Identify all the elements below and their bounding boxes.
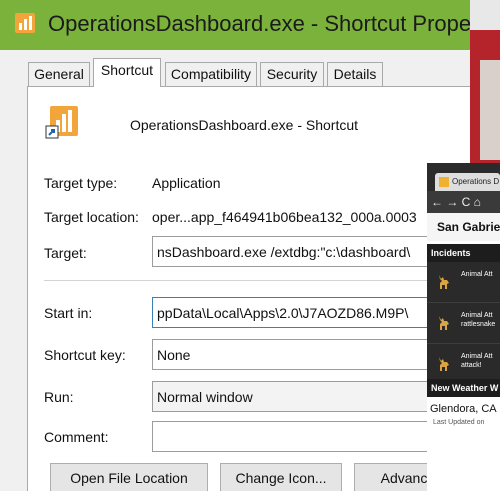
dashboard-tab-icon: [439, 176, 449, 187]
tab-general[interactable]: General: [28, 62, 90, 86]
incident-title: Animal Att: [461, 353, 493, 360]
divider: [44, 280, 464, 281]
run-select-value: Normal window: [157, 389, 253, 405]
comment-field[interactable]: [152, 421, 470, 452]
run-label: Run:: [44, 389, 74, 405]
shortcut-app-icon: [45, 106, 78, 139]
open-file-location-button[interactable]: Open File Location: [50, 463, 208, 491]
background-corner: [470, 0, 500, 30]
incident-title: Animal Att: [461, 312, 493, 319]
incident-item[interactable]: Animal Att rattlesnake: [427, 303, 500, 344]
run-select[interactable]: Normal window: [152, 381, 470, 412]
shortcut-key-field[interactable]: None: [152, 339, 470, 370]
shortcut-key-label: Shortcut key:: [44, 347, 126, 363]
change-icon-button[interactable]: Change Icon...: [220, 463, 342, 491]
incident-item[interactable]: Animal Att: [427, 262, 500, 303]
weather-header: New Weather W: [427, 379, 500, 397]
target-field[interactable]: nsDashboard.exe /extdbg:"c:\dashboard\: [152, 236, 470, 267]
weather-panel: Glendora, CA Last Updated on: [427, 397, 500, 491]
incident-detail: attack!: [461, 362, 482, 369]
tab-security[interactable]: Security: [260, 62, 324, 86]
incident-title: Animal Att: [461, 271, 493, 278]
target-type-label: Target type:: [44, 175, 118, 191]
app-title-icon: [15, 13, 35, 33]
tab-compatibility[interactable]: Compatibility: [165, 62, 257, 86]
nav-buttons[interactable]: ← → C ⌂: [427, 195, 481, 209]
weather-city: Glendora, CA: [430, 403, 497, 415]
deer-icon: [439, 357, 449, 371]
start-in-label: Start in:: [44, 305, 93, 321]
shortcut-name: OperationsDashboard.exe - Shortcut: [130, 117, 359, 133]
incident-detail: rattlesnake: [461, 321, 496, 328]
comment-label: Comment:: [44, 429, 109, 445]
target-location-label: Target location:: [44, 209, 139, 225]
properties-dialog: OperationsDashboard.exe - Shortcut Prope…: [0, 0, 470, 491]
browser-tab[interactable]: Operations D: [435, 173, 500, 191]
weather-updated: Last Updated on: [433, 419, 485, 426]
operations-dashboard-window: Operations D ← → C ⌂ San Gabriel Inciden…: [427, 163, 500, 491]
window-title: OperationsDashboard.exe - Shortcut Prope…: [48, 11, 470, 36]
target-location-value: oper...app_f464941b06bea132_000a.0003: [152, 209, 417, 225]
city-header: San Gabriel: [427, 213, 500, 241]
title-bar: OperationsDashboard.exe - Shortcut Prope…: [0, 0, 470, 50]
browser-titlebar: Operations D: [427, 163, 500, 191]
incidents-header: Incidents: [427, 244, 500, 262]
tab-details[interactable]: Details: [327, 62, 383, 86]
browser-tab-title: Operations D: [452, 177, 500, 186]
start-in-field[interactable]: ppData\Local\Apps\2.0\J7AOZD86.M9P\: [152, 297, 470, 328]
deer-icon: [439, 275, 449, 289]
target-label: Target:: [44, 245, 87, 261]
target-type-value: Application: [152, 175, 221, 191]
browser-nav-bar: ← → C ⌂: [427, 191, 500, 213]
torn-edge: [480, 60, 500, 160]
tab-shortcut[interactable]: Shortcut: [93, 58, 161, 87]
deer-icon: [439, 316, 449, 330]
